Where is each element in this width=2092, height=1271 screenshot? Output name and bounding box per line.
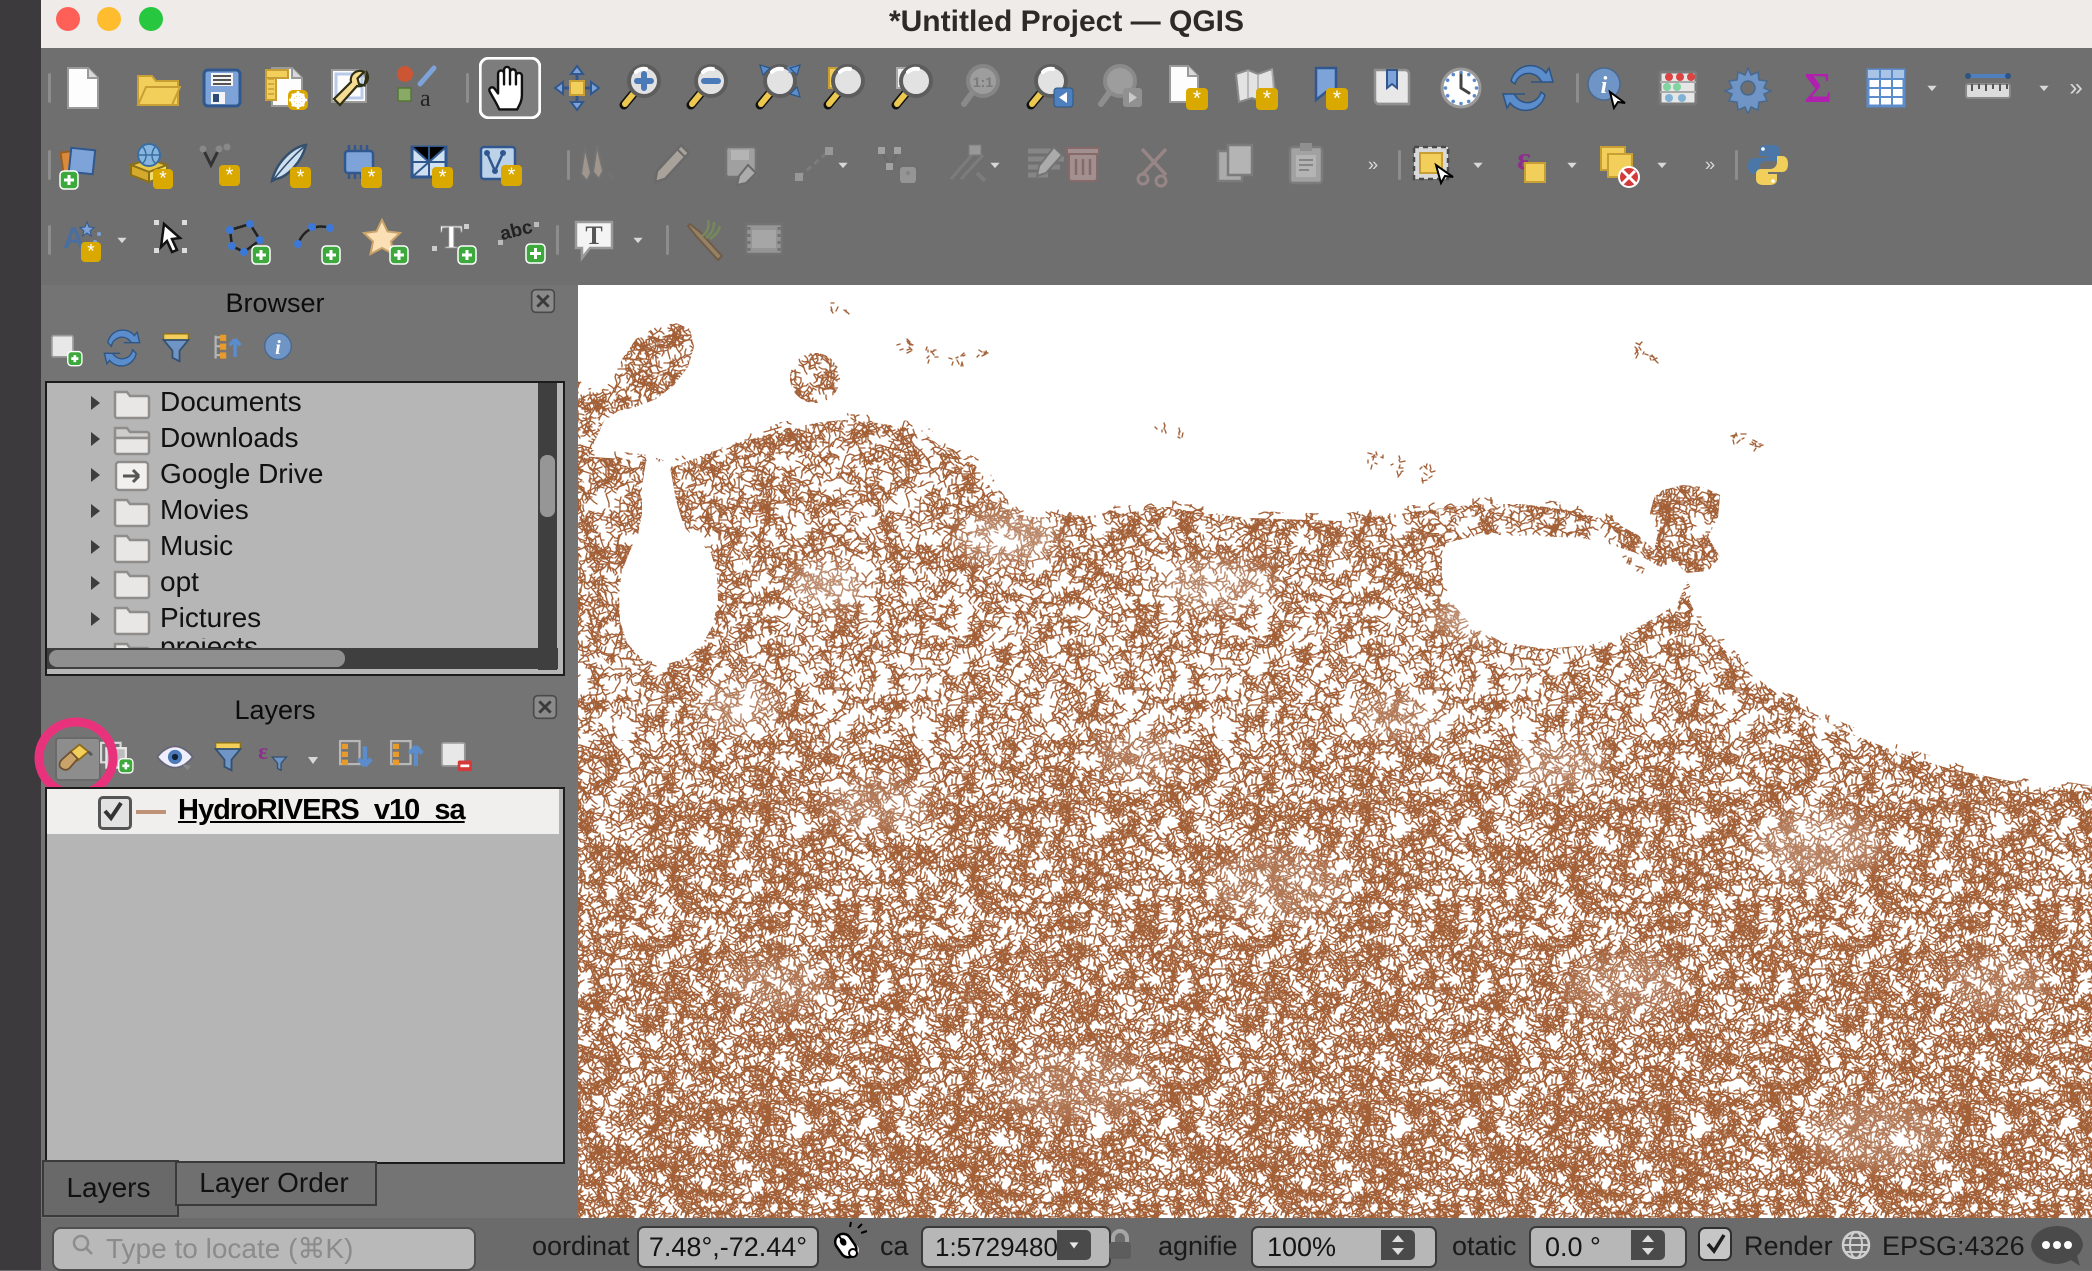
svg-text:*: * (368, 166, 376, 188)
svg-text:abc: abc (498, 217, 535, 245)
svg-text:*: * (1263, 87, 1271, 110)
svg-text:*: * (87, 242, 95, 263)
svg-text:*: * (1193, 87, 1201, 110)
svg-text:»: » (1368, 153, 1378, 174)
svg-text:ε: ε (258, 739, 268, 764)
svg-text:*: * (508, 164, 516, 186)
svg-text:*: * (297, 166, 305, 188)
svg-text:*: * (905, 167, 911, 183)
svg-text:»: » (1705, 153, 1715, 174)
svg-text:i: i (1601, 73, 1608, 99)
svg-text:T: T (585, 221, 602, 250)
svg-text:Σ: Σ (1804, 66, 1831, 112)
svg-text:1:1: 1:1 (973, 74, 993, 90)
svg-text:i: i (275, 337, 281, 359)
svg-text:*: * (226, 164, 234, 186)
svg-text:*: * (159, 169, 167, 190)
svg-text:a: a (420, 86, 431, 112)
svg-text:*: * (439, 166, 447, 188)
svg-text:»: » (2069, 74, 2082, 101)
svg-text:*: * (1333, 87, 1341, 110)
